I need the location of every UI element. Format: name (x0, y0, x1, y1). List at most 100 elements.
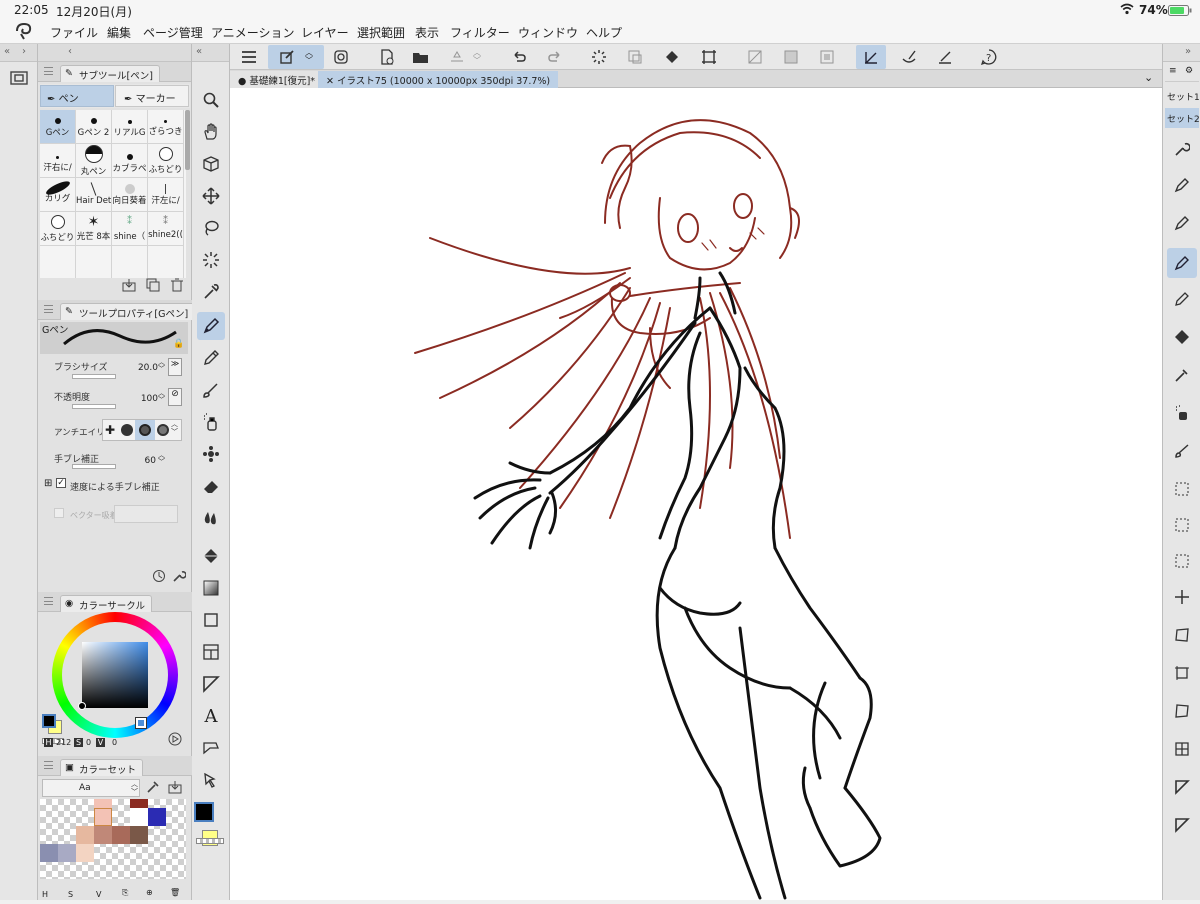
main-color-swatch[interactable] (194, 802, 214, 822)
opacity-option-icon[interactable]: ⊘ (168, 388, 182, 406)
clear-outside-icon[interactable] (776, 45, 806, 69)
spin-arrows-icon[interactable]: ︿ ﹀ (171, 420, 178, 436)
color-mode-icon[interactable] (168, 732, 182, 746)
brush-item[interactable] (40, 246, 76, 278)
hamburger-menu-icon[interactable] (234, 45, 264, 69)
hue-picker-handle[interactable] (135, 717, 147, 729)
transparent-color-swatch[interactable] (196, 838, 224, 844)
stabilization-value[interactable]: 60 (130, 456, 156, 466)
brush-tool-icon[interactable] (197, 376, 225, 404)
brush-size-slider[interactable] (72, 374, 116, 379)
app-logo-icon[interactable] (14, 22, 34, 40)
text-tool-icon[interactable]: A (197, 702, 225, 730)
brush-item[interactable]: 汗右に/ (40, 144, 76, 178)
selection-rect-icon[interactable] (1167, 510, 1197, 540)
panel-grip-icon[interactable] (44, 597, 53, 605)
menu-selection[interactable]: 選択範囲 (357, 24, 405, 41)
antialias-strong-icon[interactable] (157, 424, 169, 436)
settings-icon[interactable]: ⚙ (1185, 66, 1193, 76)
collapse-left-icon[interactable]: « (196, 46, 202, 57)
expand-plus-icon[interactable]: ⊞ (44, 478, 52, 489)
left-dock-collapse-bar[interactable]: ‹ (38, 44, 191, 62)
left-collapse-bar[interactable]: « › (0, 44, 37, 62)
lasso-tool-icon[interactable] (197, 214, 225, 242)
quick-access-icon[interactable] (326, 45, 356, 69)
edit-mode-button[interactable]: ︿ ﹀ (268, 45, 324, 69)
speed-stabilization-checkbox[interactable]: ✓ (56, 478, 66, 488)
eraser-tool-icon[interactable] (197, 472, 225, 500)
duplicate-icon[interactable] (146, 278, 160, 292)
spin-arrows-icon[interactable]: ︿ ﹀ (158, 390, 165, 404)
clear-icon[interactable] (740, 45, 770, 69)
crop-icon[interactable] (694, 45, 724, 69)
fill-bucket-icon[interactable] (658, 45, 688, 69)
share-button[interactable]: ︿ ﹀ (442, 45, 488, 69)
pencil-preset-icon[interactable] (1167, 284, 1197, 314)
pen-preset-icon[interactable] (1167, 208, 1197, 238)
trash-icon[interactable]: 🗑 (170, 888, 180, 897)
move-tool-icon[interactable] (197, 182, 225, 210)
help-icon[interactable]: ? (974, 45, 1004, 69)
brush-item[interactable]: ⁑ shine2(( (148, 212, 184, 246)
brush-preset-icon[interactable] (1167, 436, 1197, 466)
brush-item[interactable]: 丸ペン (76, 144, 112, 178)
hand-tool-icon[interactable] (197, 118, 225, 146)
opacity-slider[interactable] (72, 404, 116, 409)
navigator-icon[interactable] (10, 70, 28, 86)
collapse-right-icon[interactable]: » (1185, 46, 1191, 57)
antialias-selector[interactable]: ✚ ︿ ﹀ (102, 419, 182, 441)
antialias-medium-icon[interactable] (135, 420, 155, 440)
toolprop-tab[interactable]: ✎ ツールプロパティ[Gペン] (60, 303, 196, 320)
collapse-left-icon[interactable]: « (4, 46, 10, 57)
object-tool-icon[interactable] (197, 150, 225, 178)
menu-animation[interactable]: アニメーション (211, 24, 295, 41)
sv-picker-handle[interactable] (78, 702, 86, 710)
right-collapse-bar[interactable]: » (1163, 44, 1200, 62)
scale-icon[interactable] (1167, 658, 1197, 688)
brush-item[interactable]: ふちどり (148, 144, 184, 178)
new-file-icon[interactable] (372, 45, 402, 69)
reset-clock-icon[interactable] (152, 569, 166, 583)
selection-rect-icon[interactable] (1167, 474, 1197, 504)
mesh-transform-icon[interactable] (1167, 734, 1197, 764)
fill-tool-icon[interactable] (197, 542, 225, 570)
fill-preset-icon[interactable] (1167, 322, 1197, 352)
colorset-tab[interactable]: ▣ カラーセット (60, 759, 144, 776)
opacity-value[interactable]: 100 (130, 394, 158, 404)
spin-arrows-icon[interactable]: ︿ ﹀ (158, 452, 165, 466)
brush-item[interactable]: ふちどり (40, 212, 76, 246)
brush-item[interactable]: カリグ (40, 178, 76, 212)
lock-icon[interactable]: 🔒 (173, 339, 184, 349)
brush-item[interactable]: リアルG (112, 110, 148, 144)
pen-tool-icon[interactable] (197, 312, 225, 340)
figure-tool-icon[interactable] (197, 606, 225, 634)
panel-grip-icon[interactable]: ≡ (1169, 66, 1177, 76)
tool-collapse-bar[interactable]: « (192, 44, 229, 62)
wrench-icon[interactable] (1167, 134, 1197, 164)
fill-selection-icon[interactable] (812, 45, 842, 69)
drawing-canvas[interactable] (230, 88, 1162, 900)
correct-line-tool-icon[interactable] (197, 766, 225, 794)
register-color-icon[interactable]: ⎘ (122, 888, 128, 898)
balloon-tool-icon[interactable] (197, 734, 225, 762)
snap-ruler-icon[interactable] (856, 45, 886, 69)
undo-icon[interactable] (504, 45, 534, 69)
brush-item[interactable]: ✶ 光芒 8本 (76, 212, 112, 246)
panel-grip-icon[interactable] (44, 67, 53, 75)
open-folder-icon[interactable] (406, 45, 436, 69)
panel-grip-icon[interactable] (44, 305, 53, 313)
menu-filter[interactable]: フィルター (450, 24, 510, 41)
color-swatch-grid[interactable] (40, 799, 186, 879)
free-transform-icon[interactable] (1167, 696, 1197, 726)
antialias-weak-icon[interactable] (121, 424, 133, 436)
add-color-icon[interactable] (168, 780, 182, 794)
vector-checkbox[interactable] (54, 508, 64, 518)
colorcircle-tab[interactable]: ◉ カラーサークル (60, 595, 153, 612)
snap-grid-icon[interactable] (930, 45, 960, 69)
menu-page[interactable]: ページ管理 (143, 24, 203, 41)
tab-pen[interactable]: ✒ ペン (40, 85, 114, 107)
collapse-panel-icon[interactable]: ‹ (68, 46, 72, 57)
ruler-tool-icon[interactable] (197, 670, 225, 698)
redo-icon[interactable] (540, 45, 570, 69)
panel-grip-icon[interactable] (44, 761, 53, 769)
